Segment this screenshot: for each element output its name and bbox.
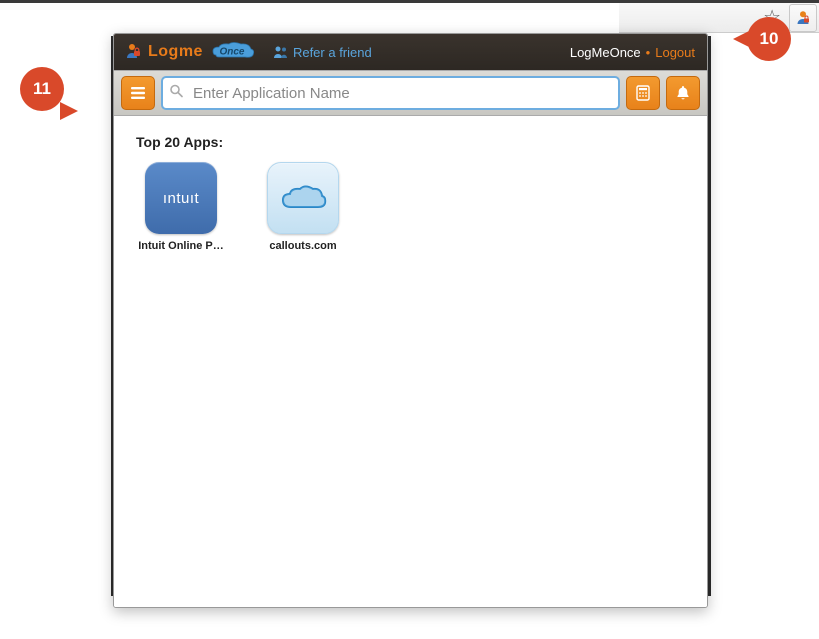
logo-text-once: Once [205,40,263,64]
toolbar [114,70,707,116]
refer-friend-link[interactable]: Refer a friend [273,45,372,60]
keypad-icon [634,84,652,102]
person-lock-icon [795,10,811,26]
callout-pointer-11 [60,102,78,120]
app-tile-callouts[interactable]: callouts.com [258,162,348,252]
apps-grid: ıntuıt Intuit Online P… callouts.com [136,162,685,252]
logo-text-logme: Logme [148,43,203,61]
app-icon-intuit: ıntuıt [145,162,217,234]
bell-icon [674,84,692,102]
content-area: Top 20 Apps: ıntuıt Intuit Online P… cal… [114,116,707,607]
hamburger-icon [129,84,147,102]
search-field-wrap [161,76,620,110]
refer-friend-label: Refer a friend [293,45,372,60]
app-tile-intuit[interactable]: ıntuıt Intuit Online P… [136,162,226,252]
callout-badge-10: 10 [747,17,791,61]
menu-button[interactable] [121,76,155,110]
callout-badge-11: 11 [20,67,64,111]
app-label: callouts.com [258,240,348,252]
page-underlay-right [708,36,711,596]
cloud-icon [279,183,327,213]
browser-toolbar-right: ☆ [619,3,819,33]
separator-dot: • [646,45,651,60]
app-icon-callouts [267,162,339,234]
calculator-button[interactable] [626,76,660,110]
search-icon [169,84,183,103]
logout-link[interactable]: Logout [655,45,695,60]
logo-lock-icon [126,43,144,61]
svg-text:Once: Once [219,47,244,58]
extension-popup: Logme Once Refer a friend LogMeOnce • Lo… [113,33,708,608]
people-icon [273,45,289,59]
extension-button[interactable] [789,4,817,32]
product-link[interactable]: LogMeOnce [570,45,641,60]
app-icon-text: ıntuıt [163,190,199,207]
popup-header: Logme Once Refer a friend LogMeOnce • Lo… [114,34,707,70]
search-input[interactable] [161,76,620,110]
app-label: Intuit Online P… [136,240,226,252]
notifications-button[interactable] [666,76,700,110]
section-title: Top 20 Apps: [136,134,685,150]
